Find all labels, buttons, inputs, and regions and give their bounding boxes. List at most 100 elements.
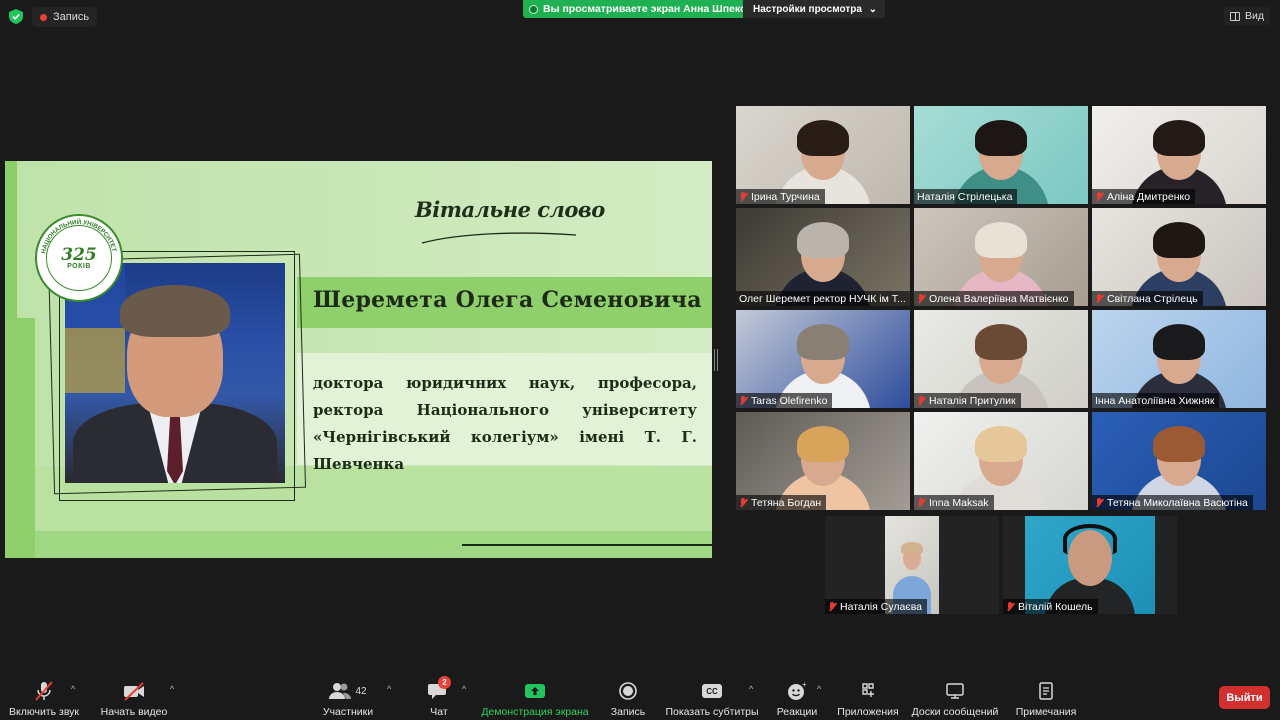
mic-muted-icon	[828, 601, 837, 612]
share-screen-icon	[525, 684, 545, 698]
record-label: Запись	[610, 706, 646, 718]
split-handle[interactable]	[714, 349, 718, 371]
participant-name: Тетяна Богдан	[751, 496, 822, 509]
participant-name: Inna Maksak	[929, 496, 989, 509]
participant-tile[interactable]: Наталія Стрілецька	[914, 106, 1088, 204]
start-video-button[interactable]: Начать видео	[100, 674, 168, 720]
speaker-name: Шеремета Олега Семеновича	[313, 287, 702, 313]
whiteboard-icon	[946, 683, 964, 699]
participant-tile[interactable]: Inna Maksak	[914, 412, 1088, 510]
viewing-screen-text: Вы просматриваете экран Анна Шпеко	[543, 3, 747, 15]
start-video-label: Начать видео	[100, 706, 168, 718]
recording-indicator[interactable]: Запись	[32, 7, 98, 27]
participant-nametag: Олена Валеріївна Матвієнко	[914, 291, 1074, 306]
speaker-description: доктора юридичних наук, професора, ректо…	[313, 374, 697, 473]
university-logo: НАЦІОНАЛЬНИЙ УНІВЕРСИТЕТ 325 РОКІВ	[35, 214, 123, 302]
mic-muted-icon	[917, 497, 926, 508]
recording-label: Запись	[53, 11, 90, 23]
chat-label: Чат	[430, 706, 448, 718]
captions-button[interactable]: CC Показать субтитры	[664, 674, 760, 720]
whiteboards-label: Доски сообщений	[911, 706, 999, 718]
top-bar: Запись Вы просматриваете экран Анна Шпек…	[0, 0, 1280, 34]
reactions-label: Реакции	[776, 706, 818, 718]
video-off-icon	[122, 680, 146, 702]
participant-nametag: Інна Анатоліївна Хижняк	[1092, 393, 1220, 408]
mic-muted-icon	[917, 293, 926, 304]
participant-tile[interactable]: Віталій Кошель	[1003, 516, 1177, 614]
mic-muted-icon	[917, 395, 926, 406]
participant-nametag: Наталія Стрілецька	[914, 189, 1018, 204]
record-button[interactable]: Запись	[606, 674, 650, 720]
participant-nametag: Наталія Сулаєва	[825, 599, 928, 614]
participant-tile[interactable]: Тетяна Миколаївна Васютіна	[1092, 412, 1266, 510]
participants-count: 42	[355, 685, 367, 697]
chat-chevron-icon[interactable]: ^	[462, 684, 466, 694]
view-button[interactable]: Вид	[1224, 7, 1270, 25]
apps-button[interactable]: Приложения	[836, 674, 900, 720]
captions-chevron-icon[interactable]: ^	[749, 684, 753, 694]
participant-tile[interactable]: Наталія Притулик	[914, 310, 1088, 408]
participant-name: Taras Olefirenko	[751, 394, 828, 407]
participant-tile[interactable]: Олена Валеріївна Матвієнко	[914, 208, 1088, 306]
participant-tile[interactable]: Світлана Стрілець	[1092, 208, 1266, 306]
participant-nametag: Наталія Притулик	[914, 393, 1021, 408]
participant-nametag: Світлана Стрілець	[1092, 291, 1203, 306]
chat-button[interactable]: 2 Чат	[420, 674, 458, 720]
mic-muted-icon	[739, 395, 748, 406]
mic-muted-icon	[1095, 293, 1104, 304]
screen-share-icon	[529, 4, 538, 14]
participant-tile[interactable]: Інна Анатоліївна Хижняк	[1092, 310, 1266, 408]
apps-icon	[862, 683, 874, 697]
participant-name: Світлана Стрілець	[1107, 292, 1198, 305]
participant-tile[interactable]: Аліна Дмитренко	[1092, 106, 1266, 204]
participant-nametag: Аліна Дмитренко	[1092, 189, 1196, 204]
participant-tile[interactable]: Ірина Турчина	[736, 106, 910, 204]
participant-tile[interactable]: Олег Шеремет ректор НУЧК ім Т...	[736, 208, 910, 306]
security-shield-icon[interactable]	[9, 9, 23, 24]
reactions-button[interactable]: + Реакции	[774, 674, 820, 720]
reactions-chevron-icon[interactable]: ^	[817, 684, 821, 694]
record-icon	[619, 682, 637, 700]
unmute-label: Включить звук	[8, 706, 80, 718]
mic-muted-icon	[739, 191, 748, 202]
view-settings-button[interactable]: Настройки просмотра ⌄	[743, 0, 885, 18]
notes-label: Примечания	[1015, 706, 1077, 718]
view-layout-icon	[1230, 11, 1240, 21]
participant-nametag: Олег Шеремет ректор НУЧК ім Т...	[736, 291, 910, 306]
participants-icon	[329, 683, 352, 699]
participant-name: Інна Анатоліївна Хижняк	[1095, 394, 1215, 407]
recording-dot-icon	[40, 13, 47, 21]
audio-options-chevron-icon[interactable]: ^	[71, 684, 75, 694]
whiteboards-button[interactable]: Доски сообщений	[910, 674, 1000, 720]
participant-tile[interactable]: Тетяна Богдан	[736, 412, 910, 510]
participants-label: Участники	[322, 706, 374, 718]
mic-muted-icon	[1095, 497, 1104, 508]
participant-tile[interactable]: Наталія Сулаєва	[825, 516, 999, 614]
exit-button[interactable]: Выйти	[1219, 686, 1270, 709]
reactions-icon: +	[788, 681, 807, 700]
captions-icon: CC	[702, 684, 722, 698]
participants-button[interactable]: 42 Участники	[320, 674, 376, 720]
mic-muted-icon	[1095, 191, 1104, 202]
svg-text:+: +	[802, 681, 807, 689]
mic-muted-icon	[1006, 601, 1015, 612]
video-options-chevron-icon[interactable]: ^	[170, 684, 174, 694]
slide-title: Вітальне слово	[415, 197, 605, 222]
apps-label: Приложения	[837, 706, 899, 718]
participant-name: Тетяна Миколаївна Васютіна	[1107, 496, 1248, 509]
participant-tile[interactable]: Taras Olefirenko	[736, 310, 910, 408]
participant-name: Наталія Стрілецька	[917, 190, 1013, 203]
participant-name: Наталія Притулик	[929, 394, 1016, 407]
svg-text:НАЦІОНАЛЬНИЙ УНІВЕРСИТЕТ: НАЦІОНАЛЬНИЙ УНІВЕРСИТЕТ	[40, 218, 117, 254]
participant-nametag: Віталій Кошель	[1003, 599, 1098, 614]
share-screen-button[interactable]: Демонстрация экрана	[480, 674, 590, 720]
share-screen-label: Демонстрация экрана	[481, 706, 589, 718]
participant-nametag: Inna Maksak	[914, 495, 994, 510]
unmute-button[interactable]: Включить звук	[8, 674, 80, 720]
view-settings-label: Настройки просмотра	[753, 3, 862, 15]
participants-chevron-icon[interactable]: ^	[387, 684, 391, 694]
notes-button[interactable]: Примечания	[1012, 674, 1080, 720]
logo-ring-text: НАЦІОНАЛЬНИЙ УНІВЕРСИТЕТ	[40, 218, 117, 254]
meeting-toolbar: Включить звук ^ Начать видео ^ 42 Участн…	[0, 674, 1280, 720]
mic-muted-icon	[33, 680, 55, 702]
